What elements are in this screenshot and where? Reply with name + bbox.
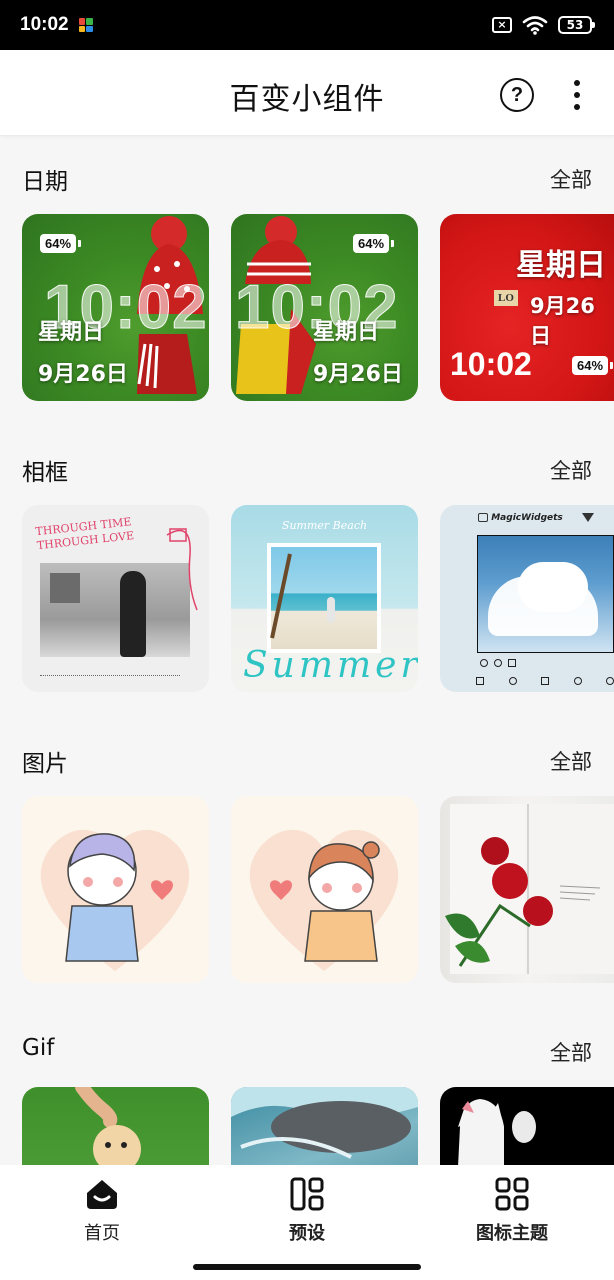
frame-caption: Summer Beach	[281, 519, 368, 532]
battery-badge: 64%	[353, 234, 395, 253]
app-header: 百变小组件 ?	[0, 50, 614, 136]
battery-indicator: 53	[558, 16, 595, 34]
section-gif: Gif 全部	[0, 1035, 614, 1274]
nav-label: 图标主题	[476, 1223, 548, 1244]
more-vertical-icon[interactable]	[566, 78, 588, 112]
send-icon	[582, 513, 594, 522]
see-all-button[interactable]: 全部	[550, 164, 592, 194]
date-widget-card[interactable]: 64% 10:02 星期日 9月26日	[22, 214, 209, 401]
see-all-button[interactable]: 全部	[550, 746, 592, 776]
pen-scribble-icon	[166, 528, 198, 611]
see-all-button[interactable]: 全部	[550, 455, 592, 485]
icon-theme-grid-icon	[495, 1177, 529, 1211]
post-actions	[480, 659, 516, 667]
weekday-text: 星期日	[516, 248, 606, 283]
app-notification-icon	[78, 18, 93, 32]
nav-label: 预设	[289, 1223, 325, 1244]
picture-card[interactable]	[231, 796, 418, 983]
date-text: 9月26日	[530, 294, 595, 348]
wifi-icon	[522, 16, 548, 35]
section-picture: 图片 全部	[0, 744, 614, 983]
battery-badge: 64%	[572, 356, 614, 375]
cartoon-girl-image	[249, 829, 399, 971]
post-nav-bar	[476, 677, 614, 685]
frame-photo	[477, 535, 614, 653]
see-all-button[interactable]: 全部	[550, 1037, 592, 1067]
clock-time: 10:02	[450, 346, 532, 382]
date-text: 9月26日	[38, 362, 128, 387]
frame-script-caption: Summer	[243, 645, 418, 686]
section-title: 相框	[22, 460, 68, 486]
status-time: 10:02	[20, 14, 69, 35]
section-title: Gif	[22, 1035, 55, 1061]
weekday-text: 星期日	[38, 320, 105, 345]
nav-item-home[interactable]: 首页	[42, 1177, 162, 1245]
status-bar: 10:02 × 53	[0, 0, 614, 50]
roses-on-book-image	[445, 804, 614, 974]
presets-icon	[290, 1177, 324, 1211]
section-date: 日期 全部 64% 10:02 星期日 9月26日 64% 10:02 星期日 …	[0, 162, 614, 401]
home-indicator[interactable]	[193, 1264, 421, 1270]
nav-item-icon-theme[interactable]: 图标主题	[452, 1177, 572, 1245]
picture-card[interactable]	[22, 796, 209, 983]
camera-icon	[478, 513, 488, 522]
date-widget-card[interactable]: 星期日 LO 9月26日 10:02 64%	[440, 214, 614, 401]
photo-frame-card[interactable]: MagicWidgets	[440, 505, 614, 692]
section-title: 日期	[22, 169, 68, 195]
nav-item-presets[interactable]: 预设	[247, 1177, 367, 1245]
weekday-text: 星期日	[313, 320, 380, 345]
date-text: 9月26日	[313, 362, 403, 387]
section-frame: 相框 全部 THROUGH TIME THROUGH LOVE Summer B…	[0, 453, 614, 692]
photo-frame-card[interactable]: Summer Beach Summer	[231, 505, 418, 692]
frame-caption: THROUGH TIME THROUGH LOVE	[34, 515, 135, 553]
photo-frame-card[interactable]: THROUGH TIME THROUGH LOVE	[22, 505, 209, 692]
nav-label: 首页	[84, 1223, 120, 1244]
frame-footer	[40, 675, 180, 679]
help-circle-icon[interactable]: ?	[500, 78, 534, 112]
picture-card[interactable]	[440, 796, 614, 983]
sim-x-icon: ×	[492, 17, 512, 33]
letter-tiles: LO	[494, 290, 518, 306]
cartoon-boy-image	[40, 829, 190, 971]
bottom-navigation: 首页 预设 图标主题	[0, 1165, 614, 1280]
section-title: 图片	[22, 751, 68, 777]
battery-badge: 64%	[40, 234, 82, 253]
date-widget-card[interactable]: 64% 10:02 星期日 9月26日	[231, 214, 418, 401]
home-icon	[85, 1177, 119, 1211]
frame-photo	[267, 543, 381, 653]
